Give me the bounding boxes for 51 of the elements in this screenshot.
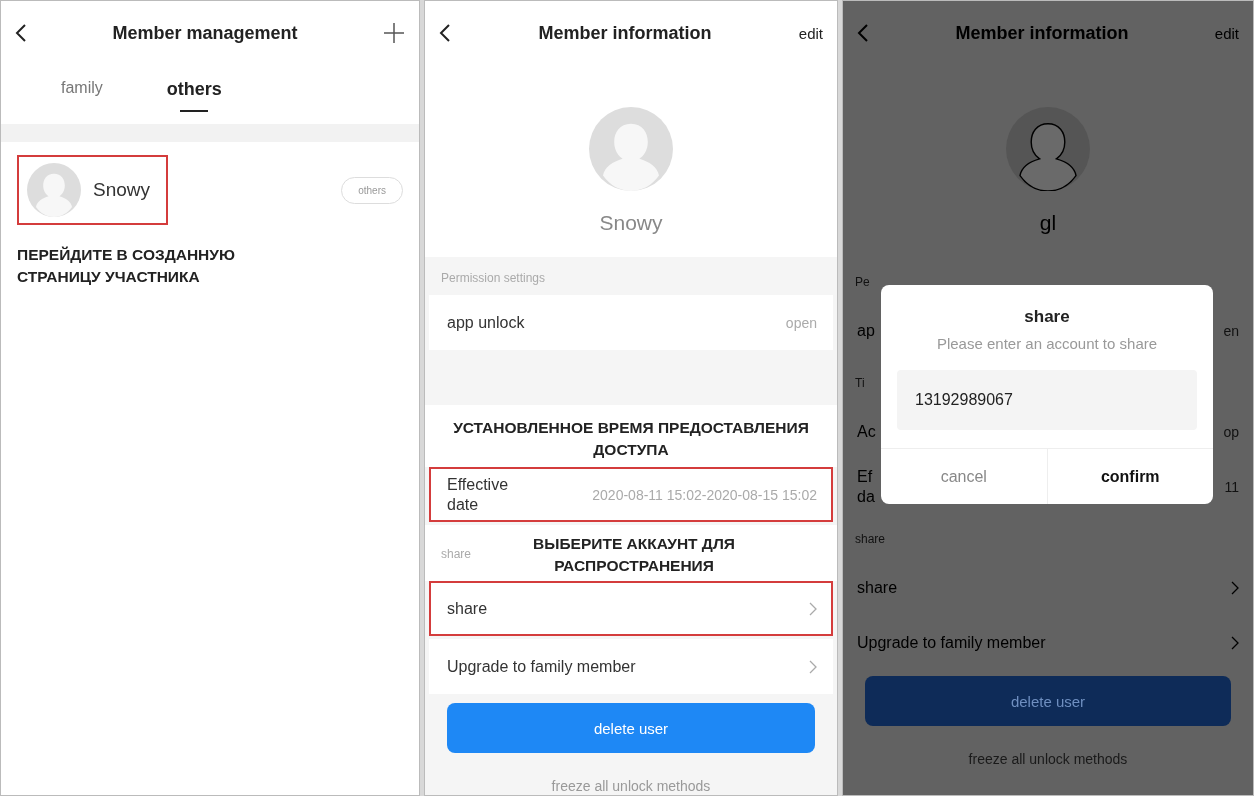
row-label: app unlock [447, 312, 525, 333]
member-name: gl [1039, 211, 1057, 235]
tab[interactable]: family [57, 71, 107, 124]
row-label: share [857, 577, 898, 598]
back-icon[interactable] [439, 23, 451, 43]
settings-row[interactable]: Upgrade to family member [429, 639, 833, 694]
row-label: Ef [857, 466, 874, 487]
avatar-silhouette-icon [589, 107, 673, 191]
row-label: Ac [857, 421, 876, 442]
dialog-button[interactable]: cancel [881, 449, 1047, 504]
settings-row[interactable]: share [429, 581, 833, 636]
row-value: op [1222, 423, 1239, 440]
chevron-right-icon [1231, 635, 1239, 650]
avatar-silhouette-icon [27, 163, 81, 217]
delete-button[interactable]: delete user [447, 703, 815, 753]
dialog-title: share [1023, 307, 1071, 327]
row-value: open [784, 314, 817, 331]
row-label: Upgrade to family member [857, 632, 1046, 653]
avatar-silhouette-icon [1006, 107, 1090, 191]
add-icon[interactable] [383, 22, 405, 44]
section-label: Pe [854, 274, 871, 291]
row-label: da [857, 486, 875, 507]
chevron-right-icon [1231, 580, 1239, 595]
row-label: Upgrade to family member [447, 656, 636, 677]
row-label: ap [857, 320, 875, 341]
section-label: share [854, 531, 887, 548]
account-input-field[interactable]: 13192989067 [897, 370, 1197, 430]
back-icon[interactable] [15, 23, 27, 43]
screen-title: Member information [954, 22, 1130, 44]
screen-title: Member information [537, 22, 713, 44]
delete-button[interactable]: delete user [865, 676, 1231, 726]
settings-row[interactable]: Effective date 2020-08-11 15:02-2020-08-15 15:02 [429, 467, 833, 522]
screen-title: Member management [111, 22, 299, 44]
tab[interactable]: others [162, 71, 226, 124]
chevron-right-icon [809, 601, 817, 616]
row-value: 2020-08-11 15:02-2020-08-15 15:02 [591, 486, 817, 503]
row-value: 11 [1223, 478, 1239, 495]
row-label: Effective date [447, 474, 510, 515]
member-name: Snowy [599, 211, 663, 235]
section-label: share [441, 547, 472, 561]
row-value: en [1222, 322, 1239, 339]
row-label: share [447, 598, 488, 619]
section-label: Permission settings [440, 270, 547, 287]
dialog-button[interactable]: confirm [1046, 449, 1213, 504]
settings-row[interactable]: app unlock open [429, 295, 833, 350]
section-label: Ti [854, 375, 866, 392]
member-name: Snowy [93, 179, 151, 201]
annotation-caption: ПЕРЕЙДИТЕ В СОЗДАННУЮ СТРАНИЦУ УЧАСТНИКА [16, 245, 236, 287]
chevron-right-icon [809, 659, 817, 674]
edit-link[interactable]: edit [798, 24, 823, 42]
dialog-message: Please enter an account to share [935, 335, 1159, 352]
